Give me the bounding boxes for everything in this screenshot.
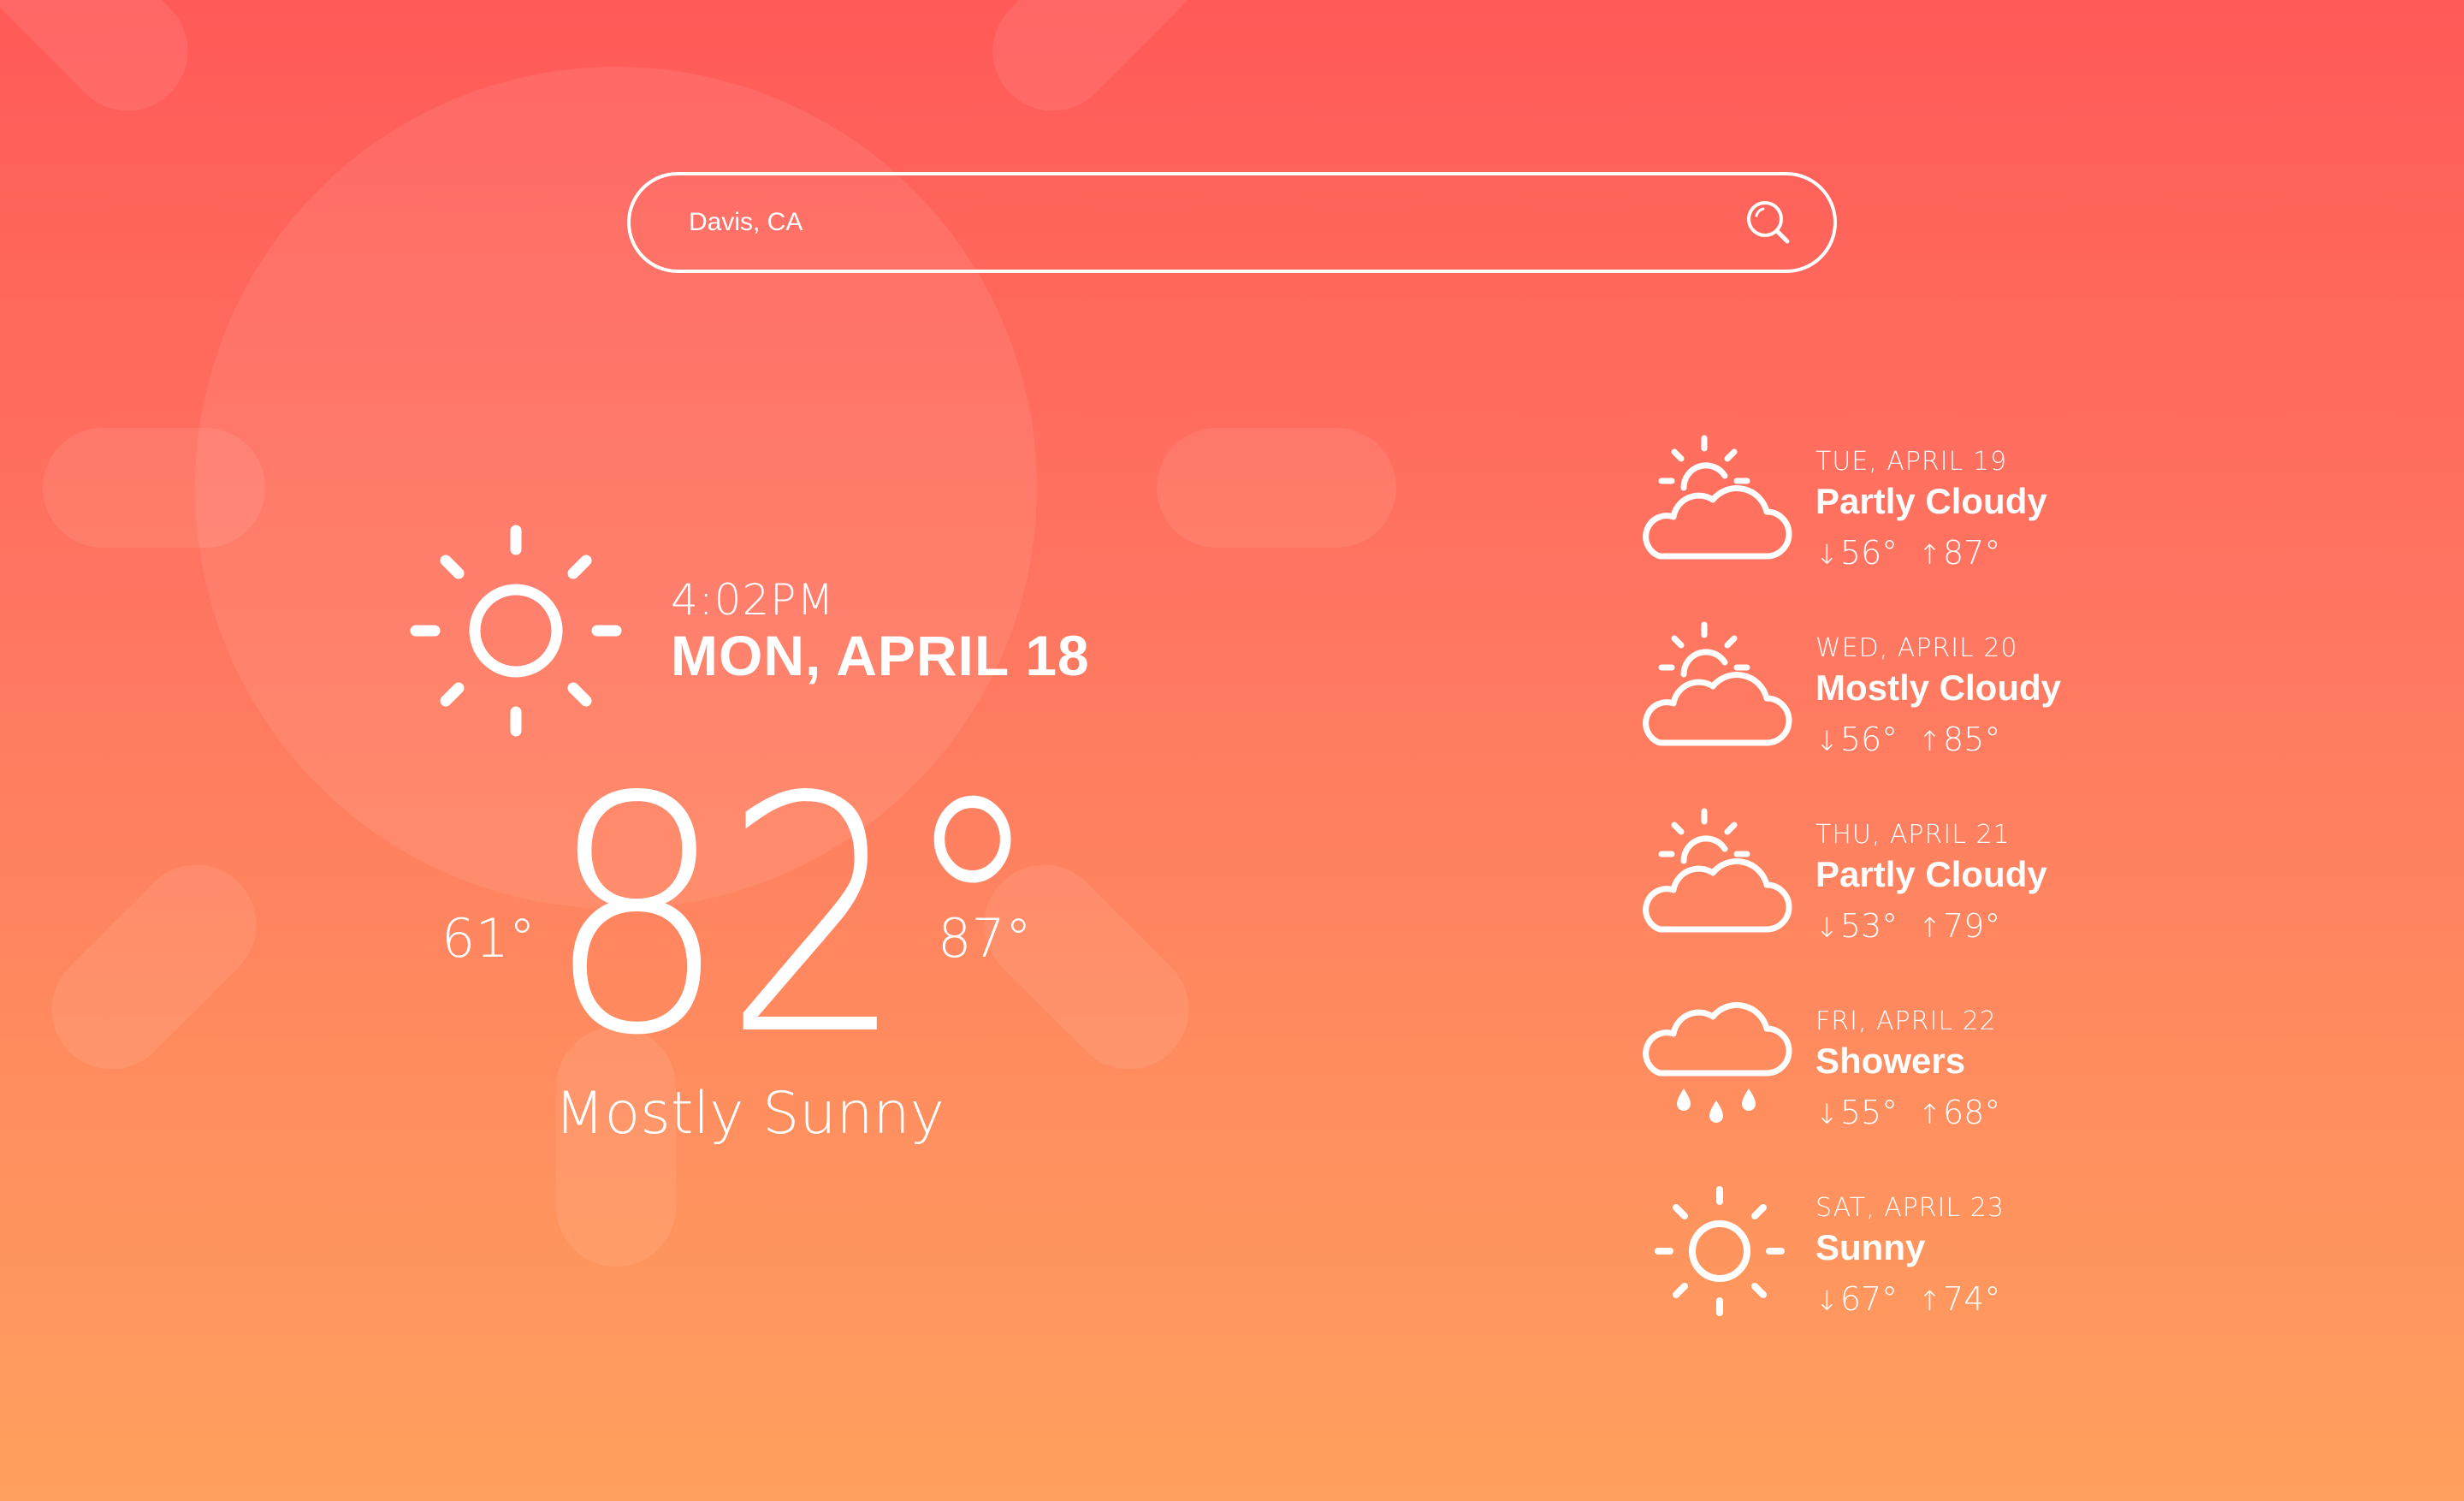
forecast-day: THU, APRIL 21 [1815, 820, 2011, 850]
forecast-low: 55° [1839, 1094, 1898, 1131]
forecast-low: 53° [1839, 907, 1898, 945]
forecast-item[interactable]: SAT, APRIL 23 Sunny ↓67° ↑74° [1643, 1174, 2242, 1345]
current-high-temp: 87° [938, 907, 1032, 970]
forecast-day: WED, APRIL 20 [1815, 633, 2018, 663]
forecast-condition: Sunny [1815, 1227, 1926, 1267]
forecast-day: SAT, APRIL 23 [1815, 1193, 2005, 1223]
current-date: MON, APRIL 18 [671, 624, 1090, 687]
forecast-condition: Mostly Cloudy [1815, 667, 2062, 708]
low-arrow-icon: ↓ [1815, 1098, 1839, 1130]
low-arrow-icon: ↓ [1815, 1284, 1839, 1317]
forecast-temps: ↓67° ↑74° [1815, 1280, 2000, 1318]
forecast-high: 74° [1942, 1280, 2001, 1318]
high-arrow-icon: ↑ [1918, 538, 1941, 571]
forecast-condition: Partly Cloudy [1815, 481, 2047, 521]
sun-icon [410, 525, 622, 737]
partly-cloudy-icon [1643, 808, 1792, 933]
forecast-temps: ↓53° ↑79° [1815, 907, 2000, 945]
forecast-item[interactable]: WED, APRIL 20 Mostly Cloudy ↓56° ↑85° [1643, 614, 2242, 786]
current-low-temp: 61° [441, 907, 536, 970]
forecast-high: 87° [1942, 534, 2001, 572]
forecast-day: FRI, APRIL 22 [1815, 1006, 1997, 1036]
forecast-low: 56° [1839, 534, 1898, 572]
high-arrow-icon: ↑ [1918, 1098, 1941, 1130]
high-arrow-icon: ↑ [1918, 1284, 1941, 1317]
mostly-cloudy-icon [1643, 621, 1792, 746]
current-condition: Mostly Sunny [554, 1080, 945, 1148]
rain-icon [1643, 1002, 1792, 1123]
current-time: 4:02PM [671, 575, 835, 625]
forecast-high: 68° [1942, 1094, 2001, 1131]
high-arrow-icon: ↑ [1918, 725, 1941, 757]
forecast-high: 79° [1942, 907, 2001, 945]
search-input[interactable] [689, 175, 1698, 270]
low-arrow-icon: ↓ [1815, 911, 1839, 944]
search-bar[interactable] [627, 172, 1837, 273]
forecast-high: 85° [1942, 721, 2001, 758]
forecast-temps: ↓56° ↑87° [1815, 534, 2000, 572]
forecast-item[interactable]: THU, APRIL 21 Partly Cloudy ↓53° ↑79° [1643, 801, 2242, 972]
forecast-item[interactable]: TUE, APRIL 19 Partly Cloudy ↓56° ↑87° [1643, 428, 2242, 599]
low-arrow-icon: ↓ [1815, 538, 1839, 571]
forecast-temps: ↓55° ↑68° [1815, 1094, 2000, 1131]
forecast-day: TUE, APRIL 19 [1815, 447, 2008, 477]
sun-icon [1655, 1186, 1785, 1316]
forecast-item[interactable]: FRI, APRIL 22 Showers ↓55° ↑68° [1643, 988, 2242, 1159]
forecast-temps: ↓56° ↑85° [1815, 721, 2000, 758]
search-icon[interactable] [1744, 199, 1792, 246]
forecast-condition: Partly Cloudy [1815, 854, 2047, 894]
partly-cloudy-icon [1643, 435, 1792, 560]
forecast-low: 67° [1839, 1280, 1898, 1318]
high-arrow-icon: ↑ [1918, 911, 1941, 944]
forecast-condition: Showers [1815, 1041, 1966, 1081]
low-arrow-icon: ↓ [1815, 725, 1839, 757]
forecast-low: 56° [1839, 721, 1898, 758]
